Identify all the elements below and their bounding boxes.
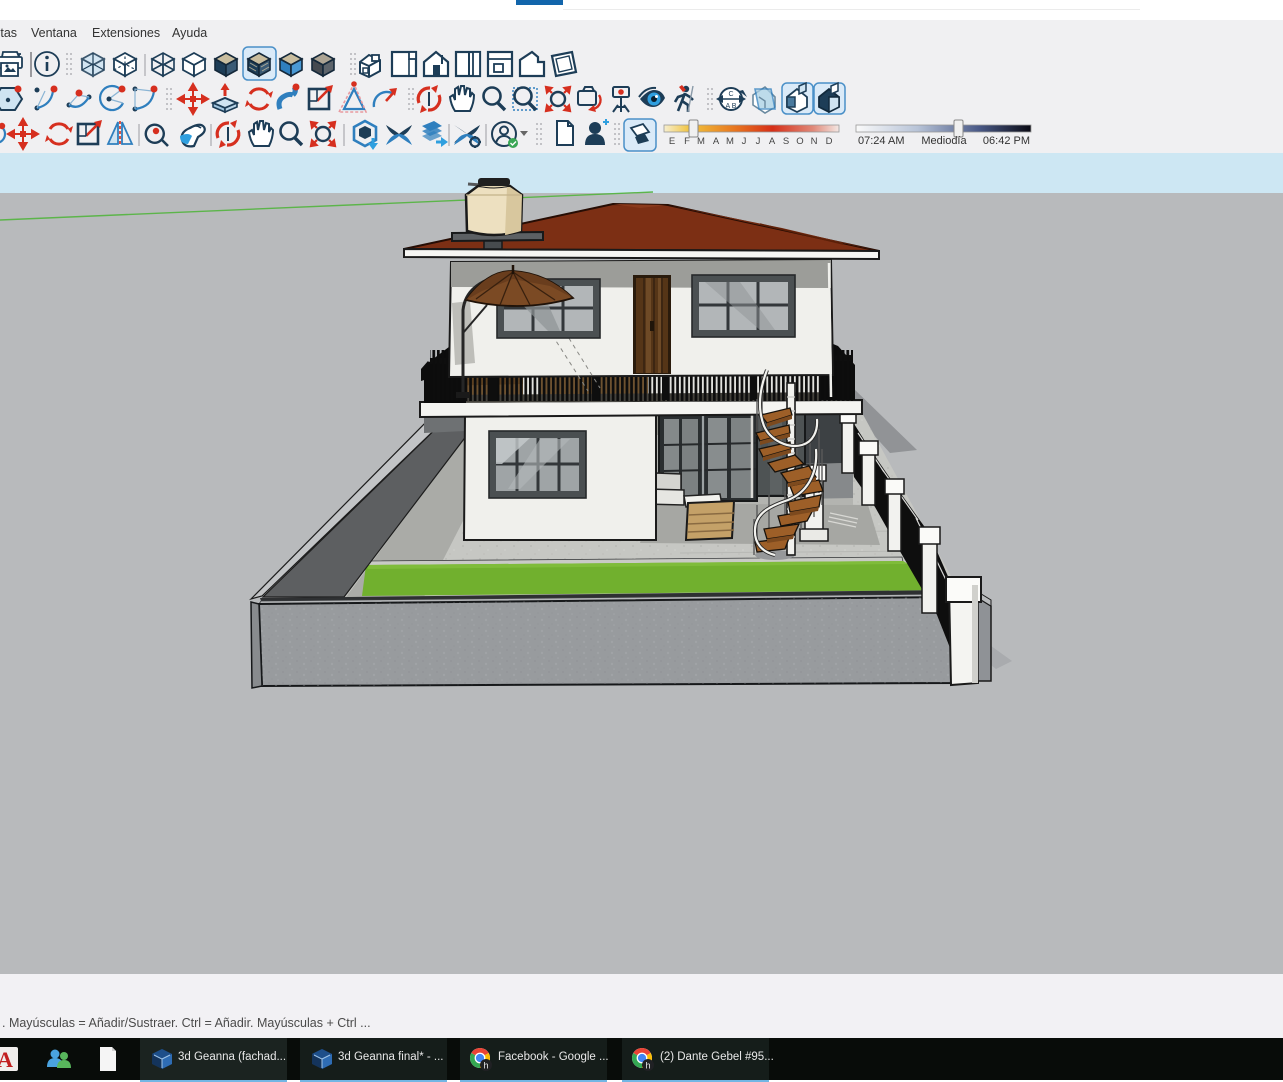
svg-text:A: A — [0, 1047, 13, 1072]
svg-text:S: S — [783, 136, 789, 147]
svg-text:A: A — [713, 136, 720, 147]
svg-text:M: M — [726, 136, 734, 147]
svg-text:D: D — [826, 136, 833, 147]
svg-text:h: h — [645, 1061, 650, 1071]
svg-text:E: E — [669, 136, 675, 147]
svg-text:J: J — [742, 136, 747, 147]
svg-text:A B: A B — [726, 103, 737, 110]
svg-text:06:42 PM: 06:42 PM — [983, 135, 1030, 147]
svg-text:Mediodía: Mediodía — [921, 135, 967, 147]
svg-text:N: N — [811, 136, 818, 147]
svg-text:C: C — [728, 91, 733, 98]
svg-text:J: J — [756, 136, 761, 147]
svg-text:h: h — [483, 1061, 488, 1071]
svg-text:F: F — [684, 136, 690, 147]
svg-text:A: A — [769, 136, 776, 147]
svg-text:O: O — [796, 136, 803, 147]
svg-text:07:24 AM: 07:24 AM — [858, 135, 904, 147]
svg-text:M: M — [697, 136, 705, 147]
